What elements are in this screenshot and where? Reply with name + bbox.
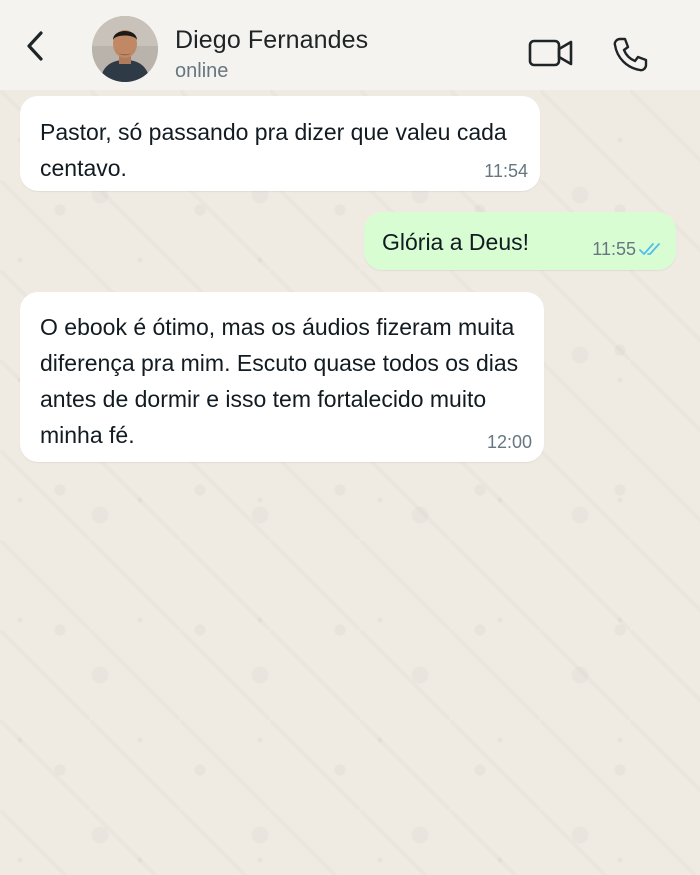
phone-icon <box>613 37 648 72</box>
chat-header: Diego Fernandes online <box>0 0 700 90</box>
message-text: O ebook é ótimo, mas os áudios fizeram m… <box>40 314 519 448</box>
contact-name: Diego Fernandes <box>175 26 369 54</box>
back-button[interactable] <box>20 31 50 61</box>
contact-info[interactable]: Diego Fernandes online <box>175 24 368 85</box>
video-camera-icon <box>528 39 573 67</box>
message-bubble-incoming[interactable]: Pastor, só passando pra dizer que valeu … <box>20 96 540 191</box>
chevron-left-icon <box>27 31 43 61</box>
contact-status: online <box>175 60 229 82</box>
message-time: 11:54 <box>484 161 528 181</box>
message-list[interactable]: Pastor, só passando pra dizer que valeu … <box>0 90 700 875</box>
avatar-photo <box>92 16 158 82</box>
voice-call-button[interactable] <box>610 35 650 75</box>
message-bubble-outgoing[interactable]: Glória a Deus! 11:55 <box>364 212 676 270</box>
avatar[interactable] <box>92 16 158 82</box>
double-check-read-icon <box>639 243 660 255</box>
message-time: 11:55 <box>592 239 636 259</box>
message-text: Pastor, só passando pra dizer que valeu … <box>40 119 507 181</box>
message-time: 12:00 <box>486 432 532 452</box>
message-bubble-incoming[interactable]: O ebook é ótimo, mas os áudios fizeram m… <box>20 292 544 462</box>
video-call-button[interactable] <box>527 36 575 70</box>
